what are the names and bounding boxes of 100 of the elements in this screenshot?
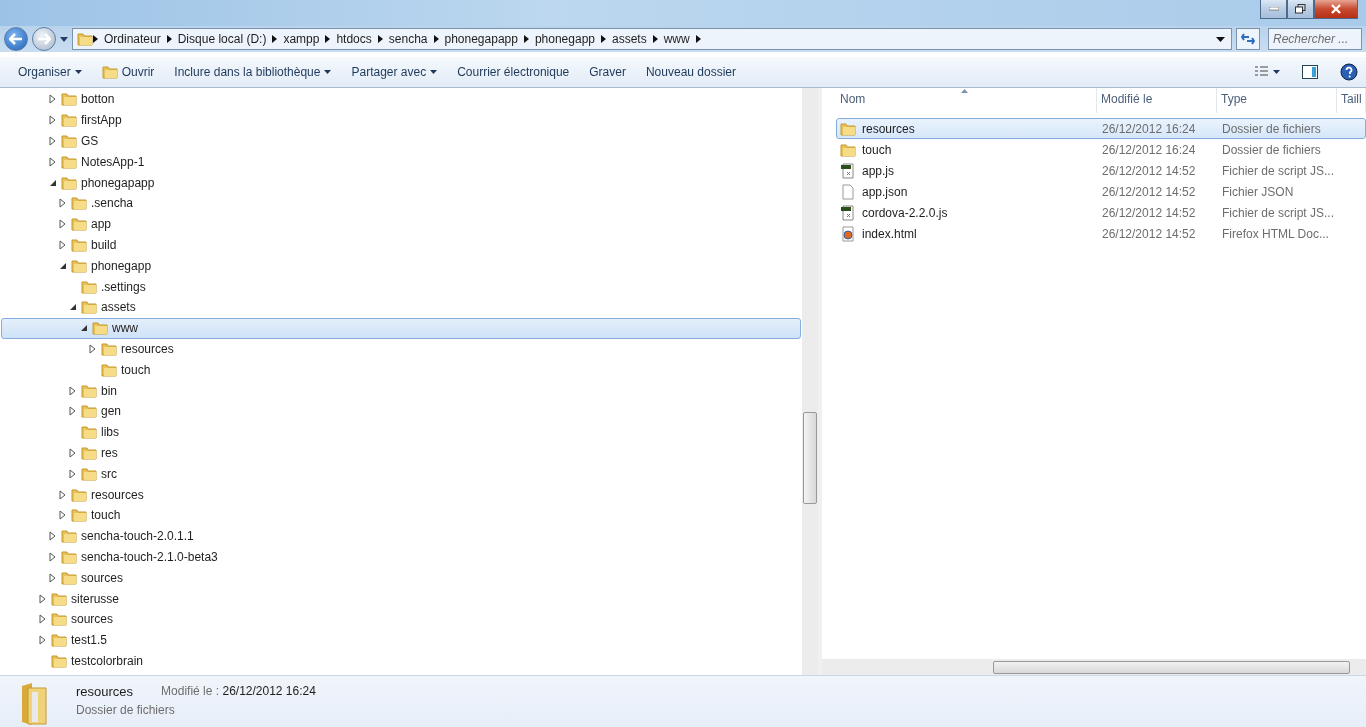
tree-item[interactable]: test1.5	[71, 633, 108, 648]
tree-item[interactable]: sources	[81, 570, 124, 585]
breadcrumb[interactable]: www	[657, 32, 696, 46]
folder-icon	[101, 361, 117, 378]
tree-item[interactable]: firstApp	[81, 113, 122, 128]
selected-item-name: resources	[76, 684, 134, 699]
minimize-button[interactable]	[1260, 0, 1287, 19]
tree-item[interactable]: GS	[81, 134, 99, 148]
tree-item[interactable]: app	[91, 217, 112, 232]
toolbar-button[interactable]: Graver	[579, 61, 636, 83]
back-button[interactable]	[4, 27, 28, 51]
file-icon	[840, 183, 856, 200]
scrollbar[interactable]	[822, 659, 1366, 675]
column-header[interactable]: Taill	[1337, 88, 1366, 113]
tree-item[interactable]: libs	[101, 425, 119, 440]
file-name[interactable]: resources	[862, 121, 915, 136]
tree-item[interactable]: www	[112, 321, 138, 336]
file-name[interactable]: app.js	[862, 163, 895, 178]
tree-item[interactable]: phonegapapp	[81, 175, 155, 190]
tree-item[interactable]: .settings	[101, 279, 146, 294]
file-name[interactable]: app.json	[862, 184, 908, 199]
chevron-icon[interactable]	[601, 35, 606, 43]
chevron-icon[interactable]	[166, 35, 172, 43]
chevron-icon[interactable]	[695, 35, 701, 43]
column-header[interactable]: Modifié le	[1097, 88, 1217, 113]
toolbar-button[interactable]: Ouvrir	[91, 60, 165, 84]
breadcrumb[interactable]: assets	[606, 32, 653, 46]
file-row-highlight[interactable]: resources 26/12/2012 16:24 Dossier de fichiers	[836, 118, 1366, 139]
tree-item[interactable]: resources	[91, 487, 144, 502]
tree-item[interactable]: touch	[121, 362, 151, 377]
toolbar-button[interactable]: Inclure dans la bibliothèque	[164, 61, 342, 83]
tree-item[interactable]: assets	[101, 300, 136, 315]
tree-item[interactable]: build	[91, 237, 117, 252]
breadcrumb[interactable]: sencha	[382, 32, 434, 46]
tree-item[interactable]: res	[101, 445, 118, 460]
file-type: Fichier de script JS...	[1221, 163, 1336, 178]
tree-item[interactable]: siterusse	[71, 591, 120, 606]
chevron-icon[interactable]	[93, 35, 98, 43]
tree-item[interactable]: botton	[81, 92, 115, 107]
address-bar[interactable]: Ordinateur Disque local (D:) xampp htdocs sencha phonegapapp phonegapp assets www	[72, 28, 1232, 50]
chevron-icon[interactable]	[377, 35, 383, 43]
folder-icon	[61, 548, 77, 565]
folder-icon	[61, 174, 77, 191]
breadcrumb[interactable]: phonegapapp	[438, 32, 524, 46]
tree-item[interactable]: testcolorbrain	[71, 653, 144, 668]
tree-item[interactable]: resources	[121, 341, 174, 356]
folder-icon	[840, 141, 856, 158]
tree-item[interactable]: NotesApp-1	[81, 154, 145, 169]
toolbar-button[interactable]: Organiser	[8, 61, 92, 83]
chevron-icon[interactable]	[433, 35, 439, 43]
selected-item-type: Dossier de fichiers	[76, 703, 176, 717]
tree-item[interactable]: touch	[91, 508, 121, 523]
script-file-icon	[840, 162, 856, 179]
tree-item[interactable]: sources	[71, 612, 114, 627]
view-options-icon[interactable]	[1254, 66, 1280, 78]
folder-icon	[101, 64, 118, 80]
folder-icon	[71, 195, 87, 212]
toolbar-button[interactable]: Nouveau dossier	[635, 61, 746, 83]
breadcrumb[interactable]: xampp	[277, 32, 326, 46]
close-button[interactable]	[1314, 0, 1358, 19]
folder-icon	[81, 382, 97, 399]
chevron-icon[interactable]	[325, 35, 331, 43]
chevron-icon[interactable]	[523, 35, 529, 43]
tree-item[interactable]: phonegapp	[91, 258, 152, 273]
tree-item[interactable]: bin	[101, 383, 117, 398]
folder-icon	[71, 257, 87, 274]
toolbar-button[interactable]: Partager avec	[341, 61, 448, 83]
search-field[interactable]: Rechercher ...	[1268, 28, 1362, 50]
dropdown-caret-icon[interactable]	[1216, 36, 1225, 42]
chevron-icon[interactable]	[652, 35, 658, 43]
breadcrumb[interactable]: Disque local (D:)	[171, 32, 273, 46]
forward-button[interactable]	[32, 27, 56, 51]
tree-item[interactable]: sencha-touch-2.0.1.1	[81, 529, 194, 544]
help-icon[interactable]	[1340, 63, 1358, 81]
preview-pane-icon[interactable]	[1302, 65, 1318, 79]
file-type: Dossier de fichiers	[1221, 121, 1322, 136]
tree-item[interactable]: gen	[101, 404, 122, 419]
file-name[interactable]: touch	[862, 142, 892, 157]
chevron-icon[interactable]	[272, 35, 278, 43]
folder-icon	[81, 465, 97, 482]
breadcrumb[interactable]: Ordinateur	[98, 32, 167, 46]
file-name[interactable]: index.html	[862, 226, 917, 241]
tree-item[interactable]: sencha-touch-2.1.0-beta3	[81, 549, 218, 564]
history-caret-icon[interactable]	[60, 36, 68, 42]
breadcrumb[interactable]: htdocs	[330, 32, 378, 46]
breadcrumb[interactable]: phonegapp	[528, 32, 601, 46]
toolbar-button[interactable]: Courrier électronique	[447, 61, 580, 83]
tree-item[interactable]: .sencha	[91, 196, 134, 211]
scrollbar[interactable]	[802, 88, 818, 675]
caret-icon	[74, 70, 82, 74]
folder-icon	[61, 528, 77, 545]
browser-file-icon	[840, 225, 856, 242]
folder-icon	[81, 424, 97, 441]
column-header[interactable]: Type	[1217, 88, 1337, 113]
folder-icon	[51, 652, 67, 669]
refresh-button[interactable]	[1236, 28, 1260, 50]
restore-button[interactable]	[1287, 0, 1314, 19]
tree-item-highlight[interactable]: www	[1, 317, 801, 339]
file-name[interactable]: cordova-2.2.0.js	[862, 205, 948, 220]
tree-item[interactable]: src	[101, 466, 117, 481]
